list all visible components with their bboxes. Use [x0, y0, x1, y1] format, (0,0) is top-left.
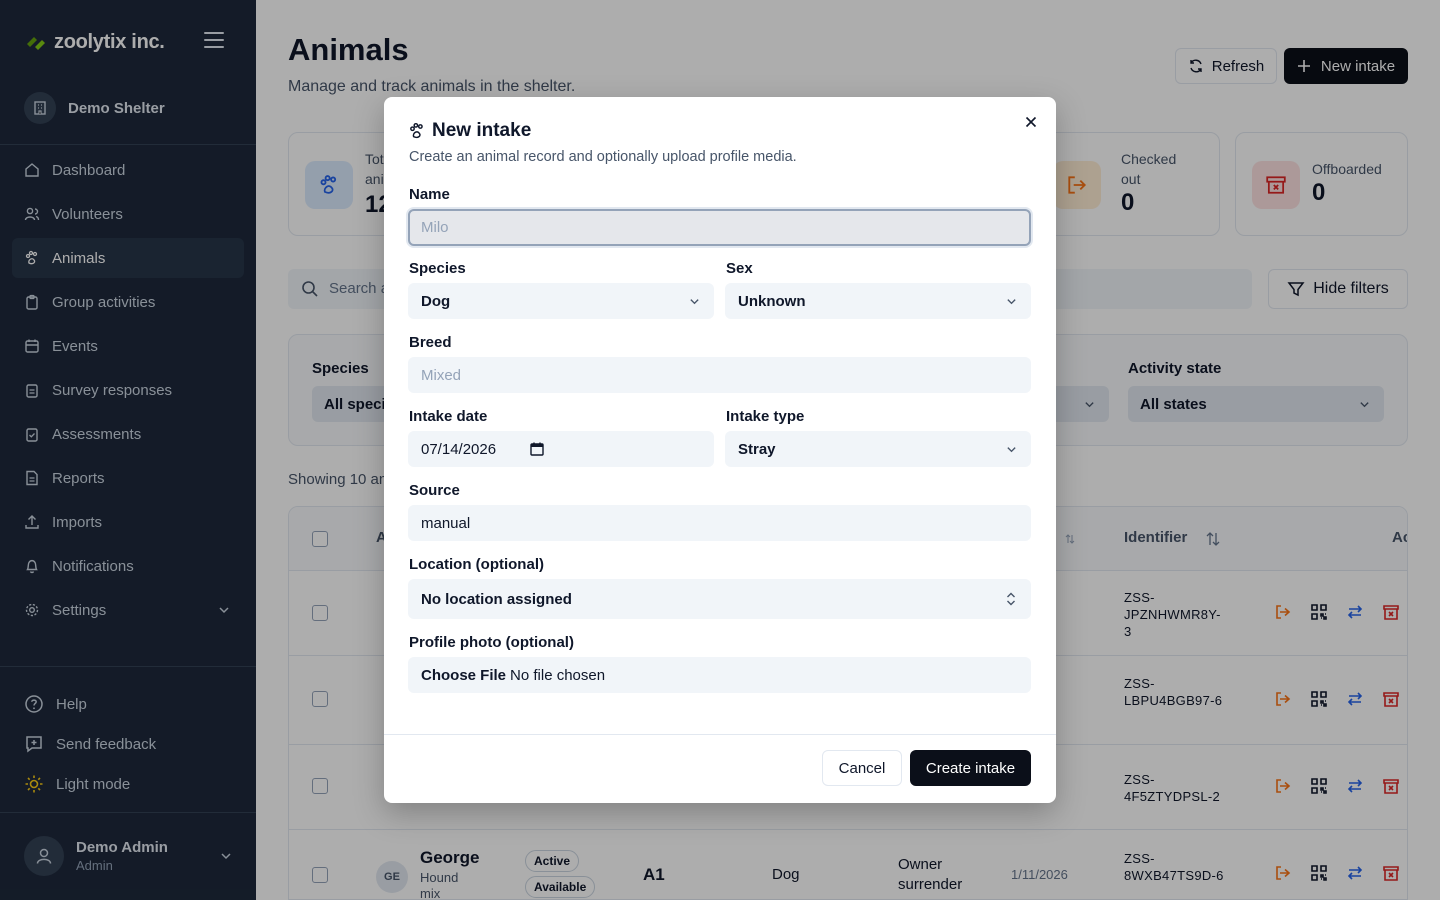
breed-placeholder: Mixed: [421, 366, 462, 384]
profile-photo-file-input[interactable]: Choose File No file chosen: [408, 657, 1031, 693]
file-status: No file chosen: [510, 666, 606, 684]
sex-label: Sex: [726, 260, 753, 277]
new-intake-dialog: New intake Create an animal record and o…: [384, 97, 1056, 803]
sex-select[interactable]: Unknown: [725, 283, 1031, 319]
location-value: No location assigned: [421, 590, 572, 608]
source-value: manual: [421, 514, 471, 532]
intake-type-value: Stray: [738, 440, 776, 458]
paw-icon: [410, 122, 423, 139]
intake-date-field[interactable]: 07/14/2026: [408, 431, 714, 467]
intake-date-label: Intake date: [409, 408, 488, 425]
breed-field[interactable]: Mixed: [408, 357, 1031, 393]
species-select[interactable]: Dog: [408, 283, 714, 319]
profile-photo-label: Profile photo (optional): [409, 634, 574, 651]
create-intake-button[interactable]: Create intake: [910, 750, 1031, 786]
sex-value: Unknown: [738, 292, 806, 310]
dialog-footer-divider: [384, 734, 1056, 735]
name-label: Name: [409, 186, 450, 203]
name-field[interactable]: Milo: [408, 209, 1031, 246]
species-label: Species: [409, 260, 466, 277]
chevron-down-icon: [1007, 447, 1016, 453]
species-value: Dog: [421, 292, 451, 310]
dialog-title: New intake: [432, 120, 532, 141]
close-icon[interactable]: [1023, 114, 1039, 130]
chevron-up-down-icon: [1007, 592, 1015, 606]
source-field[interactable]: manual: [408, 505, 1031, 541]
location-label: Location (optional): [409, 556, 544, 573]
source-label: Source: [409, 482, 460, 499]
choose-file-button[interactable]: Choose File: [421, 667, 506, 684]
intake-date-value: 07/14/2026: [421, 440, 497, 458]
breed-label: Breed: [409, 334, 452, 351]
intake-type-label: Intake type: [726, 408, 805, 425]
chevron-down-icon: [1007, 299, 1016, 305]
intake-type-select[interactable]: Stray: [725, 431, 1031, 467]
dialog-description: Create an animal record and optionally u…: [409, 149, 797, 165]
chevron-down-icon: [690, 299, 699, 305]
location-select[interactable]: No location assigned: [408, 579, 1031, 619]
calendar-icon[interactable]: [530, 442, 544, 456]
name-placeholder: Milo: [421, 219, 449, 236]
cancel-button[interactable]: Cancel: [822, 750, 902, 786]
dialog-header: New intake: [408, 119, 531, 143]
